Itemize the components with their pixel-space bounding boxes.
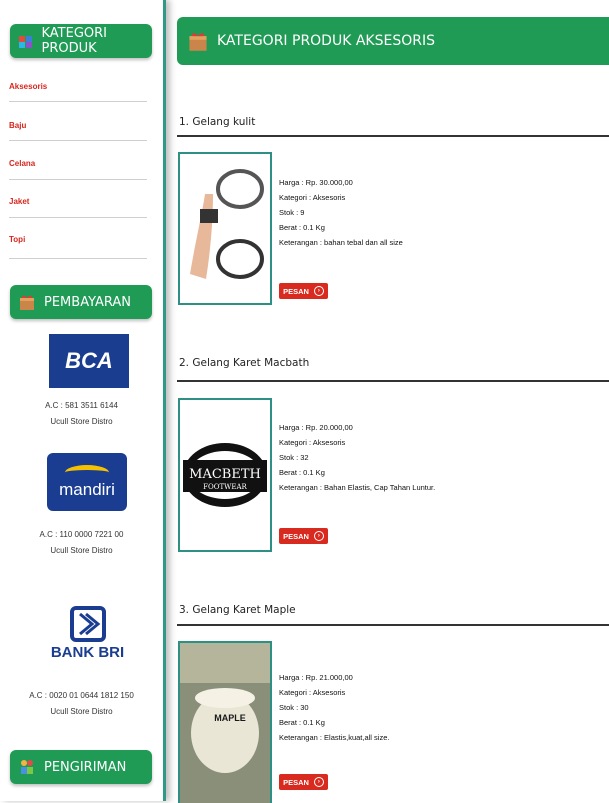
product-image: MAPLE bbox=[178, 641, 272, 803]
divider bbox=[9, 101, 147, 102]
divider bbox=[177, 624, 609, 626]
bca-owner: Ucull Store Distro bbox=[50, 417, 113, 426]
bri-owner: Ucull Store Distro bbox=[50, 707, 113, 716]
arrow-circle-icon: › bbox=[313, 531, 324, 541]
pesan-label: PESAN bbox=[283, 286, 309, 296]
divider bbox=[177, 135, 609, 137]
divider bbox=[9, 258, 147, 259]
bri-emblem-icon bbox=[69, 605, 106, 642]
product-description: Keterangan : Elastis,kuat,all size. bbox=[279, 733, 390, 742]
mandiri-owner: Ucull Store Distro bbox=[50, 546, 113, 555]
product-stock: Stok : 32 bbox=[279, 453, 309, 462]
sidebar-item-jaket[interactable]: Jaket bbox=[9, 197, 29, 206]
pesan-label: PESAN bbox=[283, 531, 309, 541]
bca-logo-text: BCA bbox=[65, 348, 113, 373]
shipping-header: PENGIRIMAN bbox=[10, 750, 152, 784]
bri-logo: BANK BRI bbox=[45, 597, 130, 667]
bca-logo: BCA bbox=[49, 334, 129, 388]
product-info: Harga : Rp. 21.000,00 Kategori : Aksesor… bbox=[279, 670, 389, 745]
page-title-bar: KATEGORI PRODUK AKSESORIS bbox=[177, 17, 609, 65]
bca-account: A.C : 581 3511 6144 bbox=[45, 401, 118, 410]
product-info: Harga : Rp. 30.000,00 Kategori : Aksesor… bbox=[279, 175, 403, 250]
image-brand-text: MAPLE bbox=[214, 713, 246, 723]
product-description: Keterangan : bahan tebal dan all size bbox=[279, 238, 403, 247]
product-title: 2. Gelang Karet Macbath bbox=[179, 357, 310, 369]
mandiri-logo: mandiri bbox=[47, 453, 127, 511]
product-category: Kategori : Aksesoris bbox=[279, 438, 346, 447]
product-description: Keterangan : Bahan Elastis, Cap Tahan Lu… bbox=[279, 483, 436, 492]
mandiri-logo-text: mandiri bbox=[59, 479, 115, 499]
box-icon bbox=[16, 30, 35, 52]
divider bbox=[177, 380, 609, 382]
shipping-title: PENGIRIMAN bbox=[44, 759, 127, 775]
payment-title: PEMBAYARAN bbox=[44, 294, 132, 310]
gift-icon bbox=[16, 291, 38, 313]
product-title: 1. Gelang kulit bbox=[179, 116, 256, 128]
product-title: 3. Gelang Karet Maple bbox=[179, 604, 296, 616]
product-stock: Stok : 30 bbox=[279, 703, 309, 712]
pesan-button[interactable]: PESAN › bbox=[279, 283, 328, 299]
sidebar-item-baju[interactable]: Baju bbox=[9, 121, 26, 130]
product-image: MACBETH FOOTWEAR bbox=[178, 398, 272, 552]
categories-header: KATEGORI PRODUK bbox=[10, 24, 152, 58]
page-title: KATEGORI PRODUK AKSESORIS bbox=[217, 33, 435, 49]
bri-account: A.C : 0020 01 0644 1812 150 bbox=[29, 691, 134, 700]
sidebar-item-aksesoris[interactable]: Aksesoris bbox=[9, 82, 47, 91]
product-weight: Berat : 0.1 Kg bbox=[279, 223, 325, 232]
product-category: Kategori : Aksesoris bbox=[279, 688, 346, 697]
product-category: Kategori : Aksesoris bbox=[279, 193, 346, 202]
payment-header: PEMBAYARAN bbox=[10, 285, 152, 319]
product-price: Harga : Rp. 20.000,00 bbox=[279, 423, 353, 432]
pesan-label: PESAN bbox=[283, 777, 309, 787]
sidebar-item-topi[interactable]: Topi bbox=[9, 235, 25, 244]
categories-title: KATEGORI PRODUK bbox=[41, 26, 107, 56]
product-stock: Stok : 9 bbox=[279, 208, 305, 217]
product-price: Harga : Rp. 30.000,00 bbox=[279, 178, 353, 187]
product-weight: Berat : 0.1 Kg bbox=[279, 468, 325, 477]
divider bbox=[9, 140, 147, 141]
sidebar-item-celana[interactable]: Celana bbox=[9, 159, 35, 168]
sidebar: KATEGORI PRODUK Aksesoris Baju Celana Ja… bbox=[0, 0, 166, 801]
wave-icon bbox=[65, 464, 109, 480]
product-info: Harga : Rp. 20.000,00 Kategori : Aksesor… bbox=[279, 420, 435, 495]
bri-logo-text: BANK BRI bbox=[50, 643, 125, 661]
pesan-button[interactable]: PESAN › bbox=[279, 774, 328, 790]
arrow-circle-icon: › bbox=[313, 777, 324, 787]
image-brand-subtext: FOOTWEAR bbox=[203, 483, 247, 491]
image-brand-text: MACBETH bbox=[189, 467, 261, 482]
pesan-button[interactable]: PESAN › bbox=[279, 528, 328, 544]
product-image bbox=[178, 152, 272, 305]
product-weight: Berat : 0.1 Kg bbox=[279, 718, 325, 727]
divider bbox=[9, 217, 147, 218]
divider bbox=[9, 179, 147, 180]
people-icon bbox=[16, 756, 38, 778]
product-price: Harga : Rp. 21.000,00 bbox=[279, 673, 353, 682]
mandiri-account: A.C : 110 0000 7221 00 bbox=[39, 530, 124, 539]
gift-icon bbox=[187, 30, 209, 52]
arrow-circle-icon: › bbox=[313, 286, 324, 296]
